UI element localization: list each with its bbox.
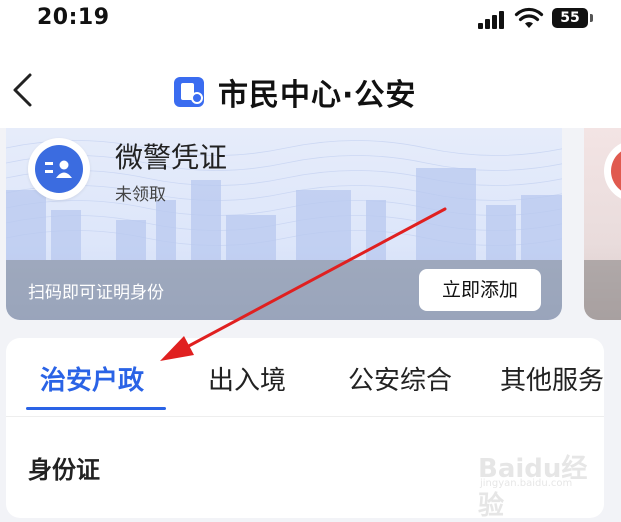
tab-bar: 治安户政 出入境 公安综合 其他服务 bbox=[6, 338, 604, 414]
tab-public-security-household[interactable]: 治安户政 bbox=[40, 360, 144, 397]
document-badge-icon bbox=[174, 77, 204, 107]
add-credential-button[interactable]: 立即添加 bbox=[419, 269, 541, 311]
status-time: 20:19 bbox=[37, 5, 110, 30]
chevron-left-icon[interactable] bbox=[10, 72, 36, 108]
card-tip-text: 扫码即可证明身份 bbox=[28, 283, 164, 303]
nav-bar: 市民中心·公安 bbox=[0, 44, 621, 128]
credential-card[interactable]: 微警凭证 未领取 扫码即可证明身份 立即添加 bbox=[6, 128, 562, 320]
watermark-logo: Baidu经验 jingyan.baidu.com bbox=[476, 446, 596, 521]
tab-exit-entry[interactable]: 出入境 bbox=[208, 360, 286, 397]
watermark-subtext: jingyan.baidu.com bbox=[480, 478, 573, 489]
cellular-signal-icon bbox=[478, 9, 508, 29]
card-footer: 扫码即可证明身份 立即添加 bbox=[6, 260, 562, 320]
credential-status: 未领取 bbox=[115, 185, 166, 205]
tab-other-services[interactable]: 其他服务 bbox=[500, 360, 604, 397]
page-title: 市民中心·公安 bbox=[218, 78, 417, 113]
next-card-peek[interactable] bbox=[584, 128, 621, 320]
credential-avatar bbox=[28, 138, 90, 200]
tab-public-security-general[interactable]: 公安综合 bbox=[348, 360, 452, 397]
battery-tip-icon bbox=[590, 14, 593, 22]
battery-indicator: 55 bbox=[552, 8, 588, 28]
status-bar: 20:19 55 bbox=[0, 0, 621, 44]
next-card-footer bbox=[584, 260, 621, 320]
section-title: 身份证 bbox=[28, 456, 100, 484]
active-tab-indicator bbox=[26, 407, 166, 410]
id-card-icon bbox=[35, 145, 83, 193]
wifi-icon bbox=[514, 7, 544, 28]
city-skyline-illustration bbox=[6, 168, 562, 260]
nav-title-group: 市民中心·公安 bbox=[174, 72, 417, 113]
divider bbox=[6, 416, 604, 417]
credential-name: 微警凭证 bbox=[115, 141, 228, 174]
